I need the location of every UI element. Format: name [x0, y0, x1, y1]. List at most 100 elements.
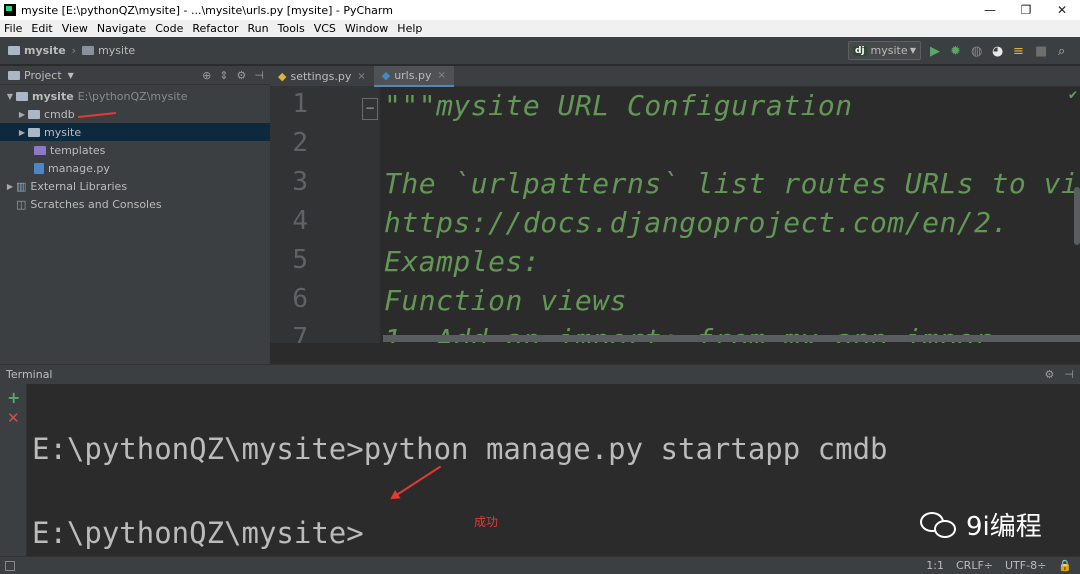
collapse-arrow-icon[interactable]: ▶	[16, 128, 28, 137]
tree-item-manage-py[interactable]: manage.py	[0, 159, 270, 177]
run-icon[interactable]: ▶	[930, 44, 940, 59]
run-configuration-label: mysite	[870, 44, 908, 57]
minimize-button[interactable]: —	[972, 0, 1008, 20]
chevron-down-icon[interactable]: ▼	[68, 71, 74, 80]
close-icon[interactable]: ×	[437, 70, 445, 81]
status-bar: 1:1 CRLF÷ UTF-8÷ 🔒	[0, 556, 1080, 574]
line-number: 1	[292, 89, 308, 119]
terminal-prompt: E:\pythonQZ\mysite>	[32, 516, 364, 550]
tool-window-toggle-icon[interactable]	[5, 560, 15, 571]
menu-edit[interactable]: Edit	[27, 22, 57, 35]
fold-toggle-icon[interactable]: −	[362, 98, 378, 120]
breadcrumb: mysite › mysite	[8, 44, 135, 57]
menu-view[interactable]: View	[58, 22, 93, 35]
menu-vcs[interactable]: VCS	[310, 22, 341, 35]
python-file-icon	[34, 162, 44, 174]
tree-item-label: cmdb	[44, 107, 75, 121]
concurrency-icon[interactable]: ≡	[1013, 44, 1024, 59]
tree-item-root[interactable]: ▼ mysite E:\pythonQZ\mysite	[0, 87, 270, 105]
tree-item-label: External Libraries	[30, 179, 128, 193]
close-icon[interactable]: ×	[357, 71, 365, 82]
gear-icon[interactable]: ⚙	[1045, 368, 1055, 381]
hide-panel-icon[interactable]: ⊣	[254, 69, 264, 82]
line-separator[interactable]: CRLF÷	[956, 559, 993, 572]
scroll-from-source-icon[interactable]: ⊕	[202, 69, 211, 82]
menu-refactor[interactable]: Refactor	[188, 22, 243, 35]
editor-bottom-area	[270, 343, 1080, 364]
project-panel: Project ▼ ⊕ ⇕ ⚙ ⊣ ▼ mysite E:\pythonQZ\m…	[0, 66, 270, 364]
lock-icon[interactable]: 🔒	[1058, 559, 1072, 572]
python-file-icon: ◆	[278, 70, 287, 83]
hide-panel-icon[interactable]: ⊣	[1064, 368, 1074, 381]
tab-urls-py[interactable]: ◆ urls.py ×	[373, 66, 454, 87]
menu-navigate[interactable]: Navigate	[93, 22, 151, 35]
pycharm-window: mysite [E:\pythonQZ\mysite] - ...\mysite…	[0, 0, 1080, 574]
horizontal-scrollbar[interactable]	[383, 335, 1080, 342]
code-line: Function views	[384, 284, 628, 317]
debug-icon[interactable]: ✹	[950, 44, 961, 59]
file-encoding[interactable]: UTF-8÷	[1005, 559, 1046, 572]
project-icon	[8, 70, 20, 80]
tab-label: settings.py	[290, 70, 352, 83]
tree-item-cmdb[interactable]: ▶ cmdb	[0, 105, 270, 123]
vertical-scrollbar[interactable]	[1074, 187, 1080, 245]
menu-help[interactable]: Help	[393, 22, 427, 35]
collapse-arrow-icon[interactable]: ▶	[16, 110, 28, 119]
breadcrumb-root[interactable]: mysite	[24, 44, 66, 57]
code-editor[interactable]: """mysite URL Configuration The `urlpatt…	[380, 87, 1080, 343]
tree-item-mysite[interactable]: ▶ mysite	[0, 123, 270, 141]
inspection-ok-icon: ✔	[1067, 88, 1078, 102]
tree-item-label: mysite	[44, 125, 82, 139]
menu-tools[interactable]: Tools	[274, 22, 310, 35]
menu-code[interactable]: Code	[151, 22, 188, 35]
navigation-bar: mysite › mysite dj mysite ▼	[0, 37, 1080, 65]
breadcrumb-separator-icon: ›	[71, 44, 77, 57]
window-title: mysite [E:\pythonQZ\mysite] - ...\mysite…	[21, 3, 393, 17]
tab-settings-py[interactable]: ◆ settings.py ×	[270, 66, 374, 87]
tree-item-label: Scratches and Consoles	[30, 197, 162, 211]
menu-window[interactable]: Window	[341, 22, 393, 35]
collapse-arrow-icon[interactable]: ▶	[4, 182, 16, 191]
tree-item-label: manage.py	[48, 161, 110, 175]
coverage-icon[interactable]: ◍	[971, 44, 982, 59]
folder-icon	[34, 145, 46, 155]
project-panel-title[interactable]: Project	[24, 69, 62, 82]
collapse-all-icon[interactable]: ⇕	[219, 69, 228, 82]
run-configuration-select[interactable]: dj mysite ▼	[848, 41, 921, 60]
folder-icon	[16, 91, 28, 101]
new-session-icon[interactable]: +	[7, 388, 20, 407]
line-number: 7	[292, 323, 308, 343]
library-icon: ▥	[16, 179, 27, 193]
line-number: 5	[292, 245, 308, 275]
terminal-toolbar: ⚙ ⊣	[1045, 368, 1074, 381]
folder-icon	[28, 109, 40, 119]
tree-item-label: templates	[50, 143, 106, 157]
expand-arrow-icon[interactable]: ▼	[4, 92, 16, 101]
code-line: Examples:	[384, 245, 541, 278]
editor-gutter: 1 2 3 4 5 6 7	[270, 87, 380, 343]
profile-icon[interactable]: ◕	[992, 44, 1003, 59]
folder-icon	[82, 46, 95, 55]
tree-item-scratches[interactable]: ◫ Scratches and Consoles	[0, 195, 270, 213]
python-file-icon: ◆	[381, 69, 391, 82]
close-button[interactable]: ✕	[1044, 0, 1080, 20]
tab-label: urls.py	[394, 69, 432, 82]
menu-file[interactable]: File	[0, 22, 27, 35]
pycharm-logo-icon	[4, 4, 16, 16]
terminal-title[interactable]: Terminal	[6, 368, 53, 381]
watermark: 9i编程	[920, 506, 1042, 543]
maximize-button[interactable]: ❐	[1008, 0, 1044, 20]
caret-position[interactable]: 1:1	[926, 559, 944, 572]
gear-icon[interactable]: ⚙	[237, 69, 247, 82]
close-session-icon[interactable]: ✕	[7, 409, 20, 427]
search-icon[interactable]: ⌕	[1058, 44, 1065, 59]
project-panel-header: Project ▼ ⊕ ⇕ ⚙ ⊣	[0, 66, 270, 85]
tree-item-templates[interactable]: templates	[0, 141, 270, 159]
menu-run[interactable]: Run	[244, 22, 274, 35]
tree-item-external-libraries[interactable]: ▶ ▥ External Libraries	[0, 177, 270, 195]
breadcrumb-child[interactable]: mysite	[98, 44, 135, 57]
tree-root-path: E:\pythonQZ\mysite	[77, 89, 188, 103]
stop-icon[interactable]: ■	[1035, 44, 1047, 59]
terminal-sidebar: + ✕	[0, 384, 27, 556]
chevron-down-icon: ▼	[909, 46, 916, 55]
